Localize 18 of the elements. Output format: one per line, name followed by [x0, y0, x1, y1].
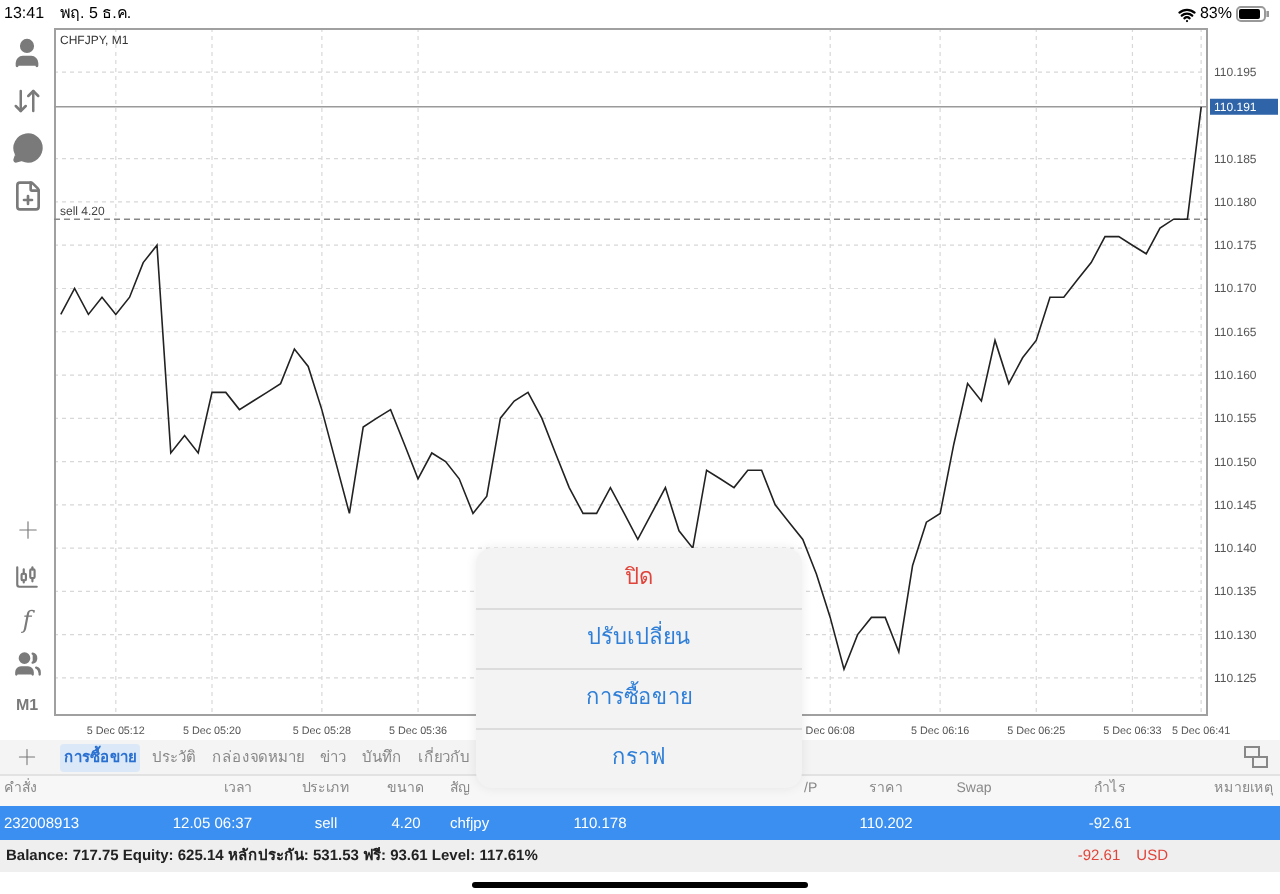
clock-time: 13:41 — [4, 2, 45, 26]
menu-item[interactable]: ปิด — [476, 548, 802, 608]
battery-percent: 83% — [1199, 2, 1232, 26]
window-layout-icon[interactable] — [1244, 746, 1268, 768]
function-icon[interactable]: f — [22, 606, 32, 634]
timeframe-button[interactable]: M1 — [15, 694, 39, 718]
wifi-icon — [1177, 5, 1196, 23]
menu-item[interactable]: ปรับเปลี่ยน — [476, 608, 802, 668]
people-icon[interactable] — [13, 650, 41, 678]
chat-icon[interactable] — [11, 132, 43, 164]
arrows-icon[interactable] — [12, 86, 42, 116]
menu-item[interactable]: กราฟ — [476, 728, 802, 788]
candlestick-icon[interactable] — [14, 564, 40, 590]
person-icon[interactable] — [10, 36, 44, 70]
battery-icon — [1236, 6, 1270, 22]
file-plus-icon[interactable] — [11, 180, 43, 212]
menu-item[interactable]: การซื้อขาย — [476, 668, 802, 728]
status-date: พฤ. 5 ธ.ค. — [60, 2, 132, 26]
